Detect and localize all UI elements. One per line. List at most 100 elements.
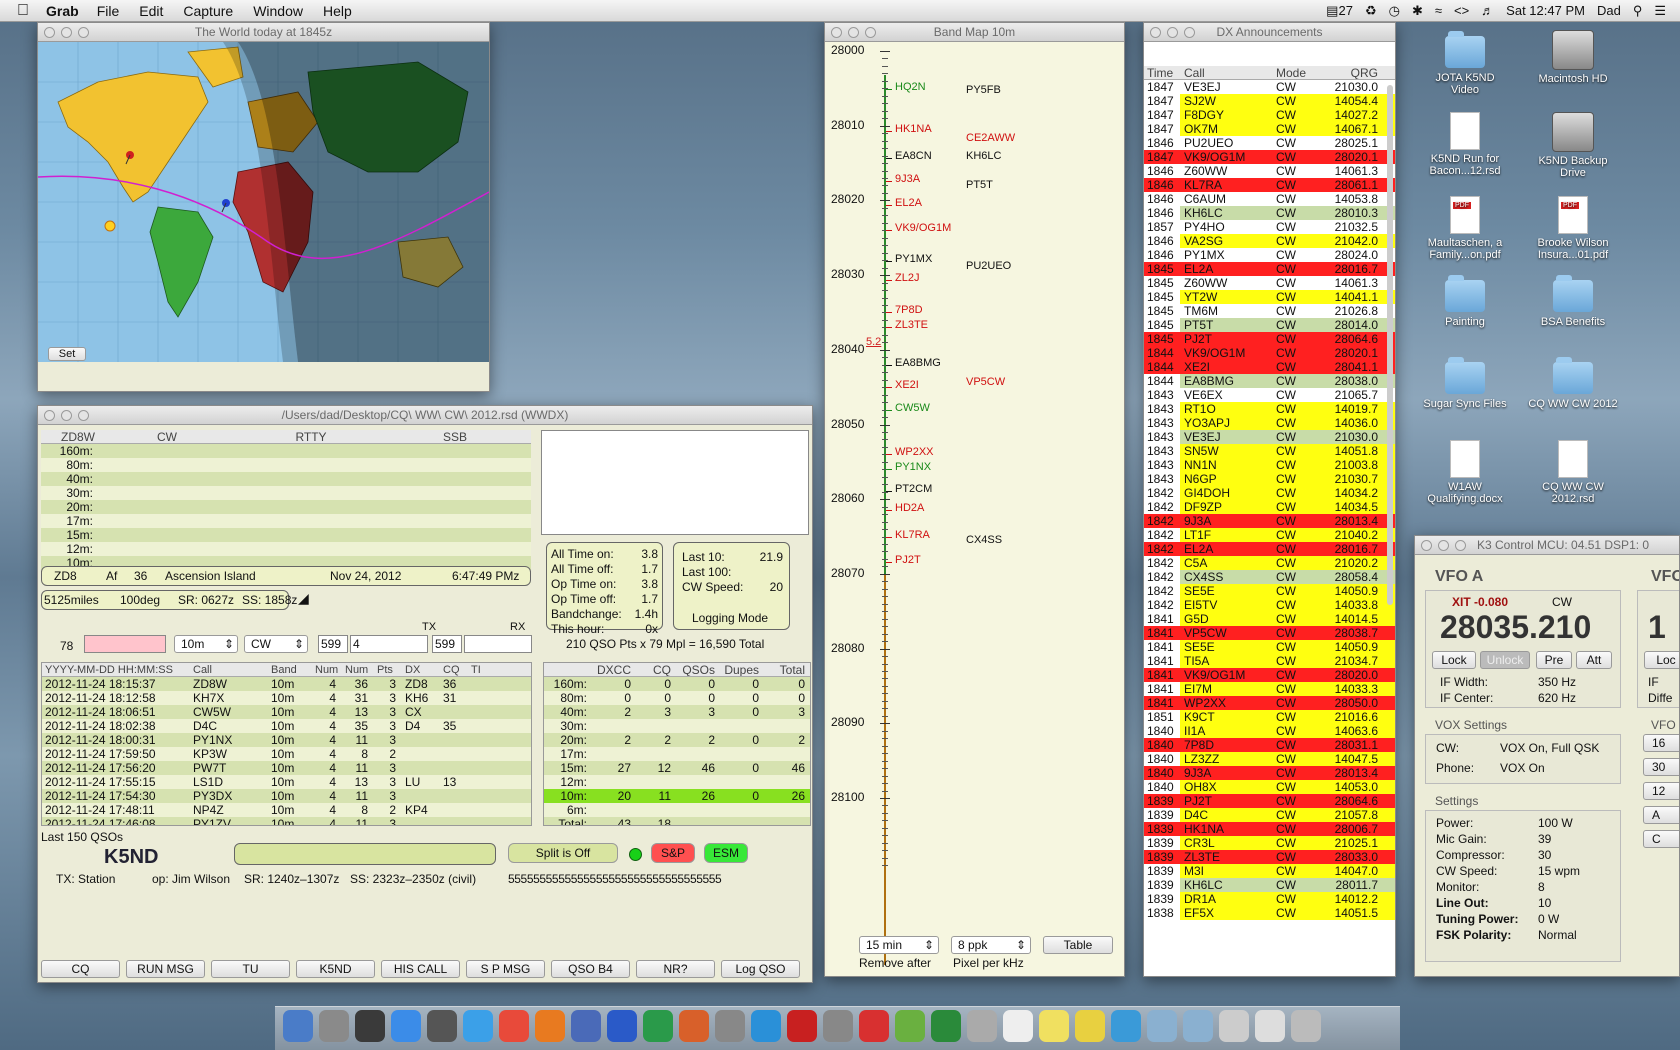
dx-row[interactable]: 1845 YT2W CW 14041.1: [1144, 290, 1395, 304]
dashboard-icon[interactable]: [427, 1010, 457, 1042]
dx-row[interactable]: 1841 SE5E CW 14050.9: [1144, 640, 1395, 654]
dx-row[interactable]: 1842 LT1F CW 21040.2: [1144, 528, 1395, 542]
dx-row[interactable]: 1845 TM6M CW 21026.8: [1144, 304, 1395, 318]
desktop-icon[interactable]: W1AW Qualifying.docx: [1420, 440, 1510, 505]
dx-row[interactable]: 1841 VK9/OG1M CW 28020.0: [1144, 668, 1395, 682]
chrome-icon[interactable]: [499, 1010, 529, 1042]
dx-row[interactable]: 1841 TI5A CW 21034.7: [1144, 654, 1395, 668]
itunes-icon[interactable]: [751, 1010, 781, 1042]
log-row[interactable]: 2012-11-24 17:46:08 PY1ZV 10m 4 11 3: [42, 817, 531, 825]
log-row[interactable]: 2012-11-24 18:15:37 ZD8W 10m 4 36 3 ZD8 36: [42, 677, 531, 691]
dx-row[interactable]: 1844 EA8BMG CW 28038.0: [1144, 374, 1395, 388]
spot-callsign[interactable]: 9J3A: [895, 173, 920, 185]
iphoto-icon[interactable]: [715, 1010, 745, 1042]
dx-row[interactable]: 1846 KL7RA CW 28061.1: [1144, 178, 1395, 192]
stickies-icon[interactable]: [1039, 1010, 1069, 1042]
close-button[interactable]: [1150, 27, 1161, 38]
dx-row[interactable]: 1839 HK1NA CW 28006.7: [1144, 822, 1395, 836]
dx-row[interactable]: 1845 Z60WW CW 14061.3: [1144, 276, 1395, 290]
spotlight-icon[interactable]: ⚲: [1633, 3, 1643, 19]
spot-callsign[interactable]: PT2CM: [895, 483, 932, 495]
dx-row[interactable]: 1840 9J3A CW 28013.4: [1144, 766, 1395, 780]
dx-row[interactable]: 1843 YO3APJ CW 14036.0: [1144, 416, 1395, 430]
split-button[interactable]: Split is Off: [508, 843, 618, 863]
dx-row[interactable]: 1841 VP5CW CW 28038.7: [1144, 626, 1395, 640]
dx-row[interactable]: 1845 PJ2T CW 28064.6: [1144, 332, 1395, 346]
zoom-button[interactable]: [78, 27, 89, 38]
desktop-icon[interactable]: Macintosh HD: [1528, 30, 1618, 85]
dx-row[interactable]: 1844 XE2I CW 28041.1: [1144, 360, 1395, 374]
dx-row[interactable]: 1843 NN1N CW 21003.8: [1144, 458, 1395, 472]
spot-callsign[interactable]: KL7RA: [895, 529, 930, 541]
desktop-icon[interactable]: CQ WW CW 2012: [1528, 357, 1618, 410]
dx-row[interactable]: 1847 VE3EJ CW 21030.0: [1144, 80, 1395, 94]
zoom-button[interactable]: [78, 410, 89, 421]
documents-folder-icon[interactable]: [1183, 1010, 1213, 1042]
spot-callsign[interactable]: EA8BMG: [895, 357, 941, 369]
band-select[interactable]: 10m ⇕: [174, 635, 238, 653]
apple-icon[interactable]: : [0, 2, 46, 20]
dx-row[interactable]: 1839 KH6LC CW 28011.7: [1144, 878, 1395, 892]
log-column-header[interactable]: YYYY-MM-DD HH:MM:SS: [42, 663, 190, 676]
powerpoint-icon[interactable]: [679, 1010, 709, 1042]
log-column-header[interactable]: Band: [268, 663, 312, 676]
spot-callsign[interactable]: PJ2T: [895, 554, 921, 566]
dx-row[interactable]: 1838 EF5X CW 14051.5: [1144, 906, 1395, 920]
grab-icon[interactable]: [967, 1010, 997, 1042]
calendar-icon[interactable]: ▤27: [1326, 3, 1353, 19]
word-icon[interactable]: [607, 1010, 637, 1042]
minimize-button[interactable]: [61, 27, 72, 38]
zoom-button[interactable]: [1455, 540, 1466, 551]
dx-row[interactable]: 1839 DR1A CW 14012.2: [1144, 892, 1395, 906]
desktop-icon[interactable]: CQ WW CW 2012.rsd: [1528, 440, 1618, 505]
app-menu[interactable]: Grab: [46, 3, 79, 19]
log-column-header[interactable]: TI: [468, 663, 482, 676]
log-row[interactable]: 2012-11-24 18:00:31 PY1NX 10m 4 11 3: [42, 733, 531, 747]
dx-row[interactable]: 1842 CX4SS CW 28058.4: [1144, 570, 1395, 584]
arrows-icon[interactable]: <>: [1454, 3, 1469, 19]
wifi-icon[interactable]: ≈: [1435, 3, 1442, 19]
zoom-button[interactable]: [1184, 27, 1195, 38]
dx-row[interactable]: 1845 EL2A CW 28016.7: [1144, 262, 1395, 276]
dx-row[interactable]: 1846 PU2UEO CW 28025.1: [1144, 136, 1395, 150]
tx-exchange-input[interactable]: 4: [350, 635, 428, 653]
dx-row[interactable]: 1842 C5A CW 21020.2: [1144, 556, 1395, 570]
function-key-button[interactable]: NR?: [636, 960, 715, 978]
menu-window[interactable]: Window: [253, 3, 303, 19]
rst-received-input[interactable]: 599: [432, 635, 462, 653]
k3-side-button[interactable]: A: [1643, 806, 1679, 824]
dx-row[interactable]: 1841 WP2XX CW 28050.0: [1144, 696, 1395, 710]
spot-callsign[interactable]: VP5CW: [966, 376, 1005, 388]
sp-mode-button[interactable]: S&P: [651, 843, 695, 863]
col-mode[interactable]: Mode: [1276, 66, 1324, 79]
spot-callsign[interactable]: PU2UEO: [966, 260, 1011, 272]
minimize-button[interactable]: [61, 410, 72, 421]
evernote-icon[interactable]: [931, 1010, 961, 1042]
dx-row[interactable]: 1840 OH8X CW 14053.0: [1144, 780, 1395, 794]
desktop-icon[interactable]: K5ND Backup Drive: [1528, 112, 1618, 179]
dx-row[interactable]: 1842 GI4DOH CW 14034.2: [1144, 486, 1395, 500]
desktop-icon[interactable]: Maultaschen, a Family...on.pdf: [1420, 196, 1510, 261]
spot-callsign[interactable]: EA8CN: [895, 150, 932, 162]
preview-icon[interactable]: [571, 1010, 601, 1042]
log-row[interactable]: 2012-11-24 18:12:58 KH7X 10m 4 31 3 KH6 31: [42, 691, 531, 705]
dx-row[interactable]: 1843 VE3EJ CW 21030.0: [1144, 430, 1395, 444]
launchpad-icon[interactable]: [319, 1010, 349, 1042]
message-field[interactable]: [234, 843, 496, 865]
log-column-header[interactable]: Pts: [374, 663, 402, 676]
function-key-button[interactable]: S P MSG: [466, 960, 545, 978]
dx-row[interactable]: 1841 EI7M CW 14033.3: [1144, 682, 1395, 696]
log-row[interactable]: 2012-11-24 18:02:38 D4C 10m 4 35 3 D4 35: [42, 719, 531, 733]
unlock-button[interactable]: Unlock: [1480, 651, 1530, 669]
dx-row[interactable]: 1847 F8DGY CW 14027.2: [1144, 108, 1395, 122]
textedit-icon[interactable]: [1003, 1010, 1033, 1042]
log-column-header[interactable]: Num: [312, 663, 342, 676]
dx-row[interactable]: 1846 VA2SG CW 21042.0: [1144, 234, 1395, 248]
dx-row[interactable]: 1845 PT5T CW 28014.0: [1144, 318, 1395, 332]
app-store-icon[interactable]: [391, 1010, 421, 1042]
k3-side-button[interactable]: 30: [1643, 758, 1679, 776]
function-key-button[interactable]: TU: [211, 960, 290, 978]
log-column-header[interactable]: CQ: [440, 663, 468, 676]
rst-sent-input[interactable]: 599: [318, 635, 348, 653]
dx-row[interactable]: 1842 EI5TV CW 14033.8: [1144, 598, 1395, 612]
